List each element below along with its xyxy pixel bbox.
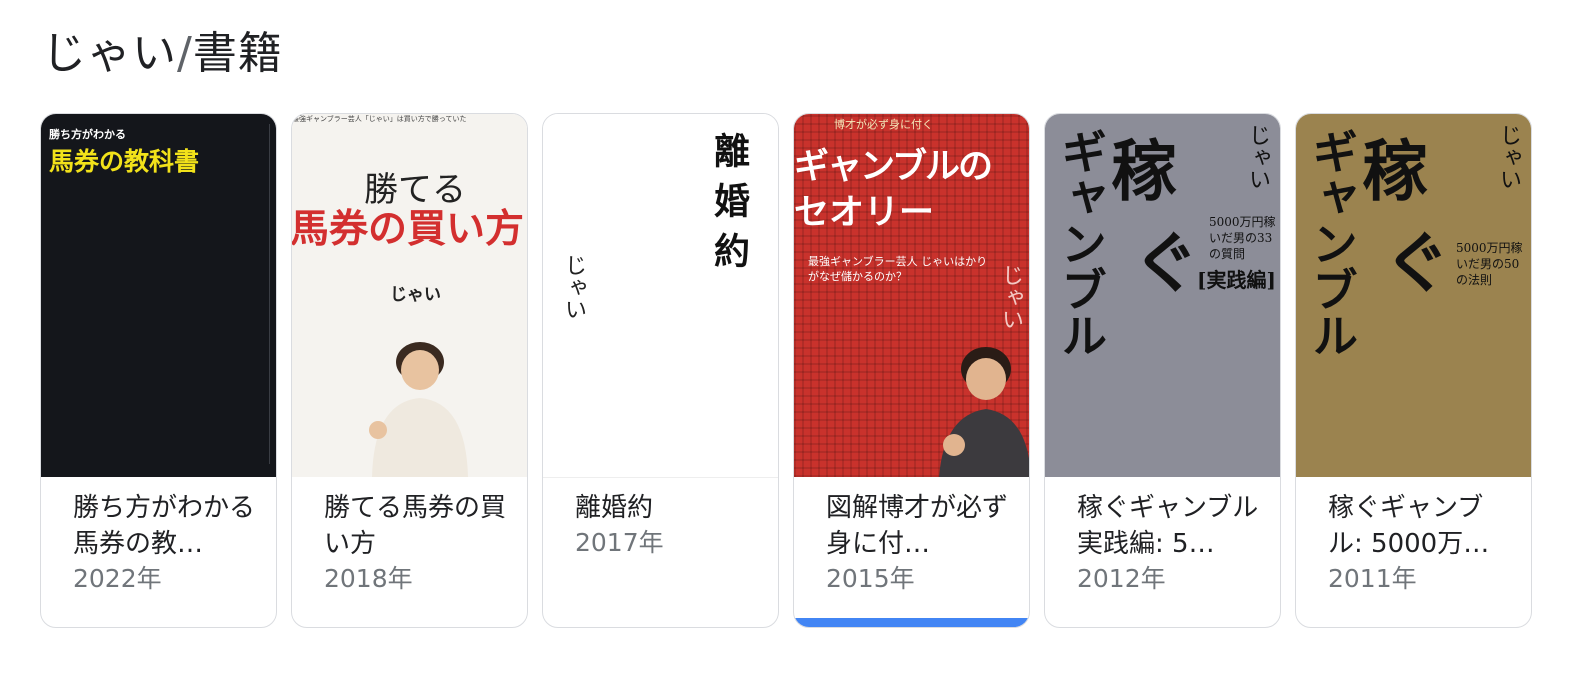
book-title: 図解博才が必ず身に付… <box>826 493 1009 559</box>
cover-note: 5000万円稼いだ男の50の法則 <box>1456 241 1523 287</box>
book-title: 離婚約 <box>575 493 654 523</box>
selected-indicator <box>794 618 1029 627</box>
book-year: 2022年 <box>73 564 162 593</box>
book-cover-5[interactable]: 稼 ギャンブル ぐ じゃい 5000万円稼いだ男の33の質問 [実践編] <box>1045 114 1280 477</box>
book-cover-3[interactable]: 離婚約 じゃい <box>543 114 778 478</box>
book-meta: 稼ぐギャンブル: 5000万… 2011年 <box>1328 490 1517 596</box>
book-year: 2011年 <box>1328 564 1417 593</box>
cover-author: じゃい <box>390 285 441 305</box>
book-title: 稼ぐギャンブル実践編: 5… <box>1077 493 1259 559</box>
book-year: 2015年 <box>826 564 915 593</box>
cover-main-title: 馬券の教科書 <box>49 147 200 176</box>
book-card-5[interactable]: 稼 ギャンブル ぐ じゃい 5000万円稼いだ男の33の質問 [実践編] 稼ぐギ… <box>1044 113 1281 628</box>
cover-vertical-title: 離婚約 <box>708 132 750 282</box>
cover-kasegu: 稼 <box>1111 132 1177 210</box>
book-carousel: 勝ち方がわかる 馬券の教科書 勝ち方がわかる馬券の教… 2022年 最強ギャンブ… <box>40 113 1540 653</box>
cover-kasegu: 稼 <box>1362 132 1428 210</box>
book-meta: 離婚約 2017年 <box>575 490 764 560</box>
book-cover-4[interactable]: 博才が必ず身に付く ギャンブルの セオリー 最強ギャンブラー芸人 じゃいはかりが… <box>794 114 1029 477</box>
cover-gu: ぐ <box>1384 224 1450 302</box>
book-year: 2017年 <box>575 528 664 557</box>
book-cover-1[interactable]: 勝ち方がわかる 馬券の教科書 <box>41 114 276 477</box>
book-card-1[interactable]: 勝ち方がわかる 馬券の教科書 勝ち方がわかる馬券の教… 2022年 <box>40 113 277 628</box>
book-title: 勝てる馬券の買い方 <box>324 493 507 559</box>
book-meta: 図解博才が必ず身に付… 2015年 <box>826 490 1015 596</box>
cover-main-title-1: ギャンブルの <box>794 146 993 187</box>
heading-section: 書籍 <box>192 28 283 79</box>
book-year: 2012年 <box>1077 564 1166 593</box>
person-photo <box>369 342 468 477</box>
book-cover-6[interactable]: 稼 ギャンブル ぐ じゃい 5000万円稼いだ男の50の法則 <box>1296 114 1531 477</box>
book-meta: 勝ち方がわかる馬券の教… 2022年 <box>73 490 262 596</box>
cover-main-title-2: セオリー <box>794 192 935 233</box>
cover-gamble: ギャンブル <box>1305 128 1359 358</box>
cover-line2: 馬券の買い方 <box>292 206 525 252</box>
cover-author: じゃい <box>1496 124 1521 190</box>
book-title: 勝ち方がわかる馬券の教… <box>73 493 256 559</box>
cover-gu: ぐ <box>1133 224 1199 302</box>
cover-subtitle: 最強ギャンブラー芸人 じゃいはかりがなぜ儲かるのか？ <box>808 255 988 283</box>
book-card-6[interactable]: 稼 ギャンブル ぐ じゃい 5000万円稼いだ男の50の法則 稼ぐギャンブル: … <box>1295 113 1532 628</box>
book-card-2[interactable]: 最強ギャンブラー芸人「じゃい」は買い方で勝っていた 勝てる 馬券の買い方 じゃい… <box>291 113 528 628</box>
cover-tag: [実践編] <box>1197 268 1276 292</box>
cover-author: じゃい <box>561 254 586 320</box>
section-heading: じゃい/書籍 <box>42 26 283 82</box>
cover-gamble: ギャンブル <box>1054 128 1108 358</box>
book-cover-2[interactable]: 最強ギャンブラー芸人「じゃい」は買い方で勝っていた 勝てる 馬券の買い方 じゃい <box>292 114 527 477</box>
book-card-3[interactable]: 離婚約 じゃい 離婚約 2017年 <box>542 113 779 628</box>
book-meta: 稼ぐギャンブル実践編: 5… 2012年 <box>1077 490 1266 596</box>
book-meta: 勝てる馬券の買い方 2018年 <box>324 490 513 596</box>
cover-note: 5000万円稼いだ男の33の質問 <box>1209 215 1276 261</box>
cover-divider <box>269 124 270 464</box>
cover-kicker: 勝ち方がわかる <box>49 128 126 141</box>
book-title: 稼ぐギャンブル: 5000万… <box>1328 493 1490 559</box>
book-year: 2018年 <box>324 564 413 593</box>
cover-kicker: 博才が必ず身に付く <box>834 118 933 131</box>
cover-author: じゃい <box>1245 124 1270 190</box>
cover-author: じゃい <box>998 264 1023 330</box>
heading-separator: / <box>177 28 193 79</box>
book-card-4[interactable]: 博才が必ず身に付く ギャンブルの セオリー 最強ギャンブラー芸人 じゃいはかりが… <box>793 113 1030 628</box>
cover-top-line: 最強ギャンブラー芸人「じゃい」は買い方で勝っていた <box>292 115 467 123</box>
person-photo <box>939 347 1029 477</box>
heading-person[interactable]: じゃい <box>42 28 177 79</box>
